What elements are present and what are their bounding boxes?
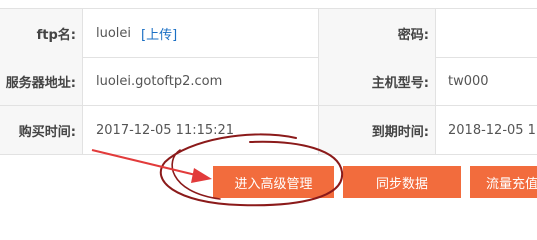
host-model-label: 主机型号:	[319, 57, 436, 105]
purchase-time-label: 购买时间:	[0, 106, 83, 154]
ftp-info-table: ftp名: luolei [上传] 密码: 服务器地址: luolei.goto…	[0, 0, 537, 160]
recharge-button[interactable]: 流量充值	[470, 166, 537, 198]
expire-time-value: 2018-12-05 11	[448, 122, 537, 138]
expire-time-label: 到期时间:	[319, 106, 436, 154]
ftp-name-value-cell: luolei [上传]	[83, 9, 319, 57]
host-model-value: tw000	[448, 73, 489, 89]
annotation-arrowhead	[191, 168, 212, 183]
table-row: 购买时间: 2017-12-05 11:15:21 到期时间: 2018-12-…	[0, 106, 537, 155]
upload-link[interactable]: [上传]	[141, 24, 177, 43]
advanced-manage-button[interactable]: 进入高级管理	[213, 166, 334, 198]
ftp-name-value: luolei	[96, 25, 132, 41]
ftp-name-label: ftp名:	[0, 9, 83, 57]
server-address-value: luolei.gotoftp2.com	[83, 57, 319, 105]
password-cell	[436, 9, 537, 57]
password-label: 密码:	[319, 9, 436, 57]
purchase-time-value: 2017-12-05 11:15:21	[83, 106, 319, 154]
table-row: 服务器地址: luolei.gotoftp2.com 主机型号: tw000	[0, 57, 537, 106]
server-address-label: 服务器地址:	[0, 57, 83, 105]
sync-data-button[interactable]: 同步数据	[343, 166, 461, 198]
table-row: ftp名: luolei [上传] 密码:	[0, 8, 537, 58]
